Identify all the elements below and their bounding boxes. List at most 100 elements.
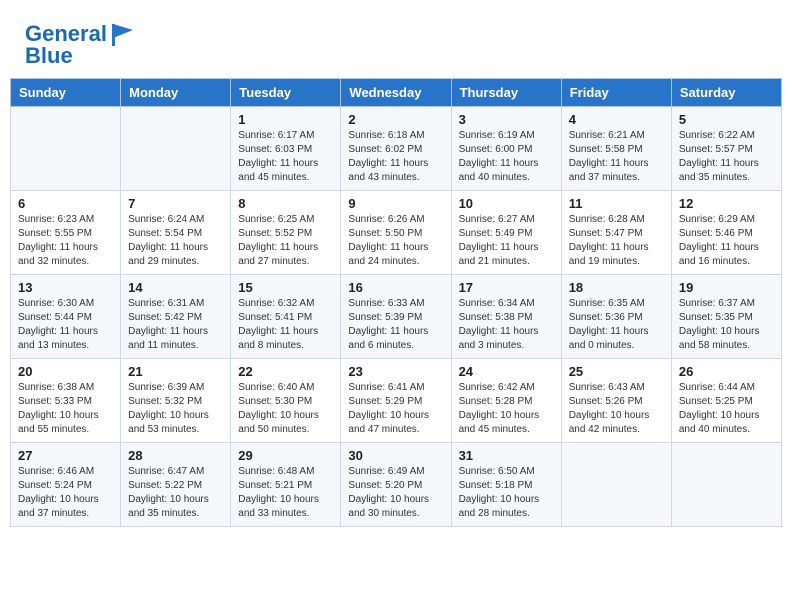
calendar-cell	[121, 107, 231, 191]
calendar-week-row: 13Sunrise: 6:30 AMSunset: 5:44 PMDayligh…	[11, 275, 782, 359]
calendar-cell: 14Sunrise: 6:31 AMSunset: 5:42 PMDayligh…	[121, 275, 231, 359]
calendar-cell: 5 Sunrise: 6:22 AMSunset: 5:57 PMDaylight…	[671, 107, 781, 191]
day-number: 8	[238, 196, 333, 211]
day-number: 21	[128, 364, 223, 379]
day-info: Sunrise: 6:24 AMSunset: 5:54 PMDaylight:…	[128, 213, 223, 269]
logo-blue: Blue	[25, 43, 73, 68]
page-header: General Blue	[10, 10, 782, 73]
day-info: Sunrise: 6:28 AMSunset: 5:47 PMDaylight:…	[569, 213, 664, 269]
calendar-cell: 27 Sunrise: 6:46 AMSunset: 5:24 PMDayligh…	[11, 443, 121, 527]
calendar-cell: 21Sunrise: 6:39 AMSunset: 5:32 PMDayligh…	[121, 359, 231, 443]
day-number: 11	[569, 196, 664, 211]
day-number: 24	[459, 364, 554, 379]
day-info: Sunrise: 6:40 AMSunset: 5:30 PMDaylight:…	[238, 381, 333, 437]
day-info: Sunrise: 6:35 AMSunset: 5:36 PMDaylight:…	[569, 297, 664, 353]
calendar-cell: 13Sunrise: 6:30 AMSunset: 5:44 PMDayligh…	[11, 275, 121, 359]
calendar-cell: 2Sunrise: 6:18 AMSunset: 6:02 PMDaylight…	[341, 107, 451, 191]
day-info: Sunrise: 6:26 AMSunset: 5:50 PMDaylight:…	[348, 213, 443, 269]
calendar-week-row: 27 Sunrise: 6:46 AMSunset: 5:24 PMDayligh…	[11, 443, 782, 527]
day-number: 27	[18, 448, 113, 463]
calendar-cell: 24 Sunrise: 6:42 AMSunset: 5:28 PMDayligh…	[451, 359, 561, 443]
calendar-cell: 25 Sunrise: 6:43 AMSunset: 5:26 PMDayligh…	[561, 359, 671, 443]
calendar-cell	[11, 107, 121, 191]
calendar-cell: 1Sunrise: 6:17 AMSunset: 6:03 PMDaylight…	[231, 107, 341, 191]
day-number: 22	[238, 364, 333, 379]
calendar-cell: 16Sunrise: 6:33 AMSunset: 5:39 PMDayligh…	[341, 275, 451, 359]
day-number: 3	[459, 112, 554, 127]
calendar-cell: 19 Sunrise: 6:37 AMSunset: 5:35 PMDayligh…	[671, 275, 781, 359]
day-number: 4	[569, 112, 664, 127]
day-of-week-header: Tuesday	[231, 79, 341, 107]
calendar-cell: 29 Sunrise: 6:48 AMSunset: 5:21 PMDayligh…	[231, 443, 341, 527]
calendar-cell: 9 Sunrise: 6:26 AMSunset: 5:50 PMDaylight…	[341, 191, 451, 275]
day-number: 2	[348, 112, 443, 127]
day-number: 20	[18, 364, 113, 379]
day-number: 5	[679, 112, 774, 127]
day-of-week-header: Thursday	[451, 79, 561, 107]
day-info: Sunrise: 6:46 AMSunset: 5:24 PMDaylight:…	[18, 465, 113, 521]
calendar-cell: 28 Sunrise: 6:47 AMSunset: 5:22 PMDayligh…	[121, 443, 231, 527]
day-info: Sunrise: 6:21 AMSunset: 5:58 PMDaylight:…	[569, 129, 664, 185]
calendar-cell: 20Sunrise: 6:38 AMSunset: 5:33 PMDayligh…	[11, 359, 121, 443]
day-info: Sunrise: 6:43 AMSunset: 5:26 PMDaylight:…	[569, 381, 664, 437]
day-number: 16	[348, 280, 443, 295]
calendar-week-row: 6 Sunrise: 6:23 AMSunset: 5:55 PMDaylight…	[11, 191, 782, 275]
calendar-cell: 10 Sunrise: 6:27 AMSunset: 5:49 PMDayligh…	[451, 191, 561, 275]
calendar-week-row: 1Sunrise: 6:17 AMSunset: 6:03 PMDaylight…	[11, 107, 782, 191]
day-number: 29	[238, 448, 333, 463]
day-number: 23	[348, 364, 443, 379]
calendar-cell: 15 Sunrise: 6:32 AMSunset: 5:41 PMDayligh…	[231, 275, 341, 359]
day-number: 10	[459, 196, 554, 211]
day-number: 12	[679, 196, 774, 211]
calendar-cell: 31 Sunrise: 6:50 AMSunset: 5:18 PMDayligh…	[451, 443, 561, 527]
day-info: Sunrise: 6:49 AMSunset: 5:20 PMDaylight:…	[348, 465, 443, 521]
calendar-cell: 17Sunrise: 6:34 AMSunset: 5:38 PMDayligh…	[451, 275, 561, 359]
calendar-cell: 26 Sunrise: 6:44 AMSunset: 5:25 PMDayligh…	[671, 359, 781, 443]
day-number: 19	[679, 280, 774, 295]
calendar-cell: 23 Sunrise: 6:41 AMSunset: 5:29 PMDayligh…	[341, 359, 451, 443]
calendar-cell: 22 Sunrise: 6:40 AMSunset: 5:30 PMDayligh…	[231, 359, 341, 443]
day-number: 14	[128, 280, 223, 295]
logo: General Blue	[25, 20, 137, 68]
day-info: Sunrise: 6:37 AMSunset: 5:35 PMDaylight:…	[679, 297, 774, 353]
day-of-week-header: Friday	[561, 79, 671, 107]
day-of-week-header: Sunday	[11, 79, 121, 107]
day-info: Sunrise: 6:19 AMSunset: 6:00 PMDaylight:…	[459, 129, 554, 185]
calendar-cell: 18Sunrise: 6:35 AMSunset: 5:36 PMDayligh…	[561, 275, 671, 359]
day-number: 7	[128, 196, 223, 211]
day-number: 26	[679, 364, 774, 379]
calendar-cell: 8Sunrise: 6:25 AMSunset: 5:52 PMDaylight…	[231, 191, 341, 275]
day-info: Sunrise: 6:32 AMSunset: 5:41 PMDaylight:…	[238, 297, 333, 353]
day-info: Sunrise: 6:41 AMSunset: 5:29 PMDaylight:…	[348, 381, 443, 437]
day-info: Sunrise: 6:30 AMSunset: 5:44 PMDaylight:…	[18, 297, 113, 353]
day-number: 17	[459, 280, 554, 295]
day-of-week-header: Saturday	[671, 79, 781, 107]
day-number: 9	[348, 196, 443, 211]
day-of-week-header: Wednesday	[341, 79, 451, 107]
day-number: 30	[348, 448, 443, 463]
calendar-week-row: 20Sunrise: 6:38 AMSunset: 5:33 PMDayligh…	[11, 359, 782, 443]
day-number: 31	[459, 448, 554, 463]
day-info: Sunrise: 6:42 AMSunset: 5:28 PMDaylight:…	[459, 381, 554, 437]
day-number: 6	[18, 196, 113, 211]
calendar-cell: 3 Sunrise: 6:19 AMSunset: 6:00 PMDaylight…	[451, 107, 561, 191]
calendar-cell: 12Sunrise: 6:29 AMSunset: 5:46 PMDayligh…	[671, 191, 781, 275]
day-number: 1	[238, 112, 333, 127]
day-number: 28	[128, 448, 223, 463]
calendar-cell	[561, 443, 671, 527]
calendar-cell: 6 Sunrise: 6:23 AMSunset: 5:55 PMDaylight…	[11, 191, 121, 275]
day-of-week-header: Monday	[121, 79, 231, 107]
calendar-cell: 4 Sunrise: 6:21 AMSunset: 5:58 PMDaylight…	[561, 107, 671, 191]
day-info: Sunrise: 6:44 AMSunset: 5:25 PMDaylight:…	[679, 381, 774, 437]
day-info: Sunrise: 6:47 AMSunset: 5:22 PMDaylight:…	[128, 465, 223, 521]
day-info: Sunrise: 6:48 AMSunset: 5:21 PMDaylight:…	[238, 465, 333, 521]
day-info: Sunrise: 6:27 AMSunset: 5:49 PMDaylight:…	[459, 213, 554, 269]
day-info: Sunrise: 6:22 AMSunset: 5:57 PMDaylight:…	[679, 129, 774, 185]
day-info: Sunrise: 6:50 AMSunset: 5:18 PMDaylight:…	[459, 465, 554, 521]
day-number: 15	[238, 280, 333, 295]
day-info: Sunrise: 6:23 AMSunset: 5:55 PMDaylight:…	[18, 213, 113, 269]
calendar-cell: 11 Sunrise: 6:28 AMSunset: 5:47 PMDayligh…	[561, 191, 671, 275]
day-number: 25	[569, 364, 664, 379]
calendar-cell: 7 Sunrise: 6:24 AMSunset: 5:54 PMDaylight…	[121, 191, 231, 275]
calendar-cell	[671, 443, 781, 527]
